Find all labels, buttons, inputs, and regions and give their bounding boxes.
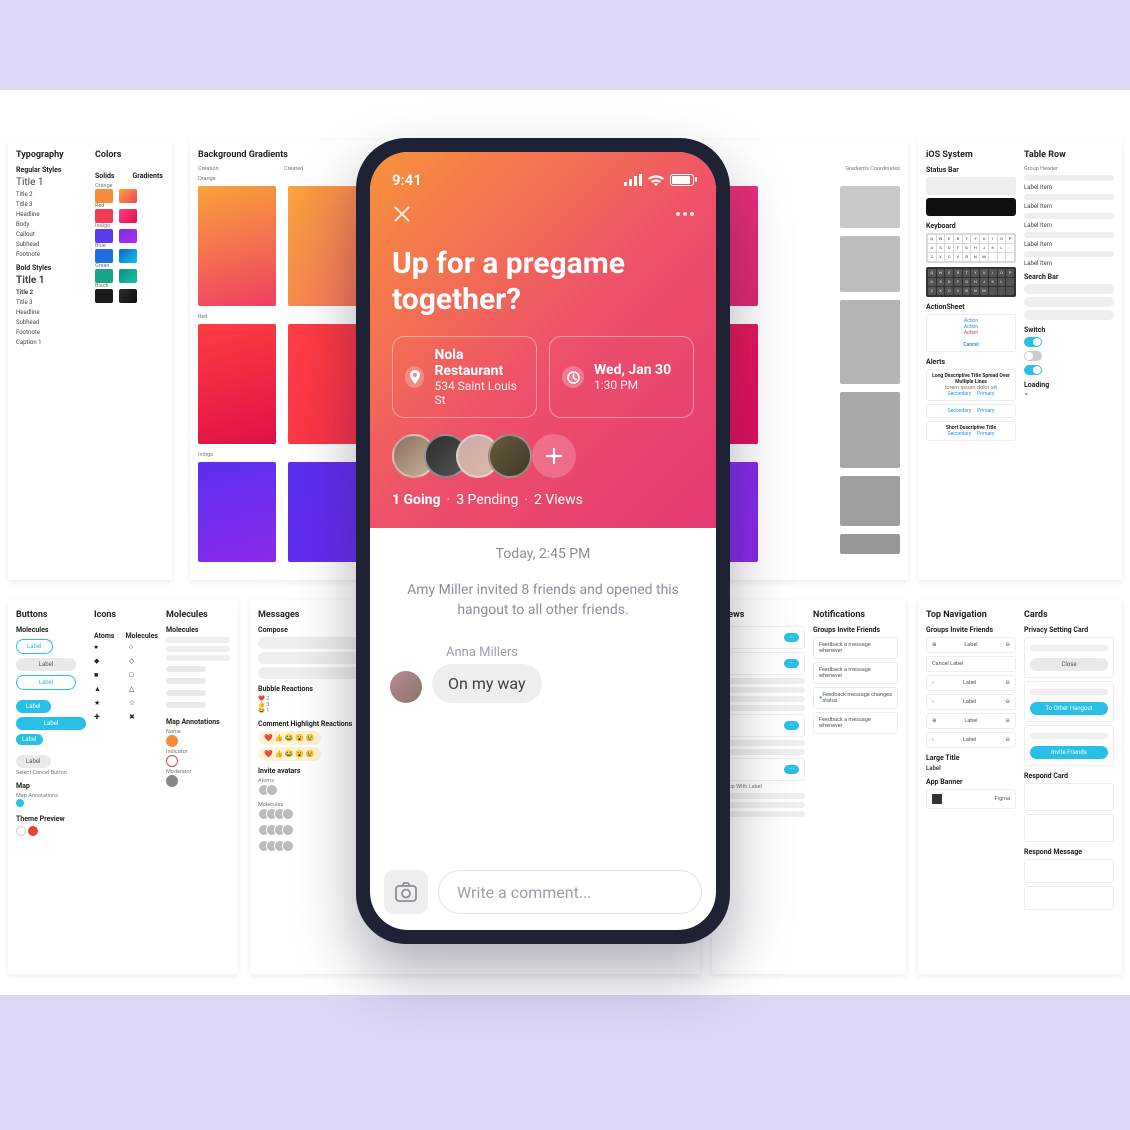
grad-red — [198, 324, 276, 444]
phone-screen: 9:41 Up for a pregame together? — [370, 152, 716, 930]
feed-timestamp: Today, 2:45 PM — [390, 546, 696, 562]
keyboard-dark: QWERTYUIOPASDFGHJKLZXCVBNM — [926, 267, 1016, 297]
panel-nav-cards: Top Navigation Groups Invite Friends ⊕La… — [918, 600, 1122, 974]
event-stats: 1 Going·3 Pending·2 Views — [392, 492, 694, 508]
panel-ios-system: iOS System Status Bar Keyboard QWERTYUIO… — [918, 140, 1122, 580]
wifi-icon — [647, 174, 665, 187]
composer: Write a comment... — [384, 870, 702, 914]
panel-views: Views —··· —··· —··· —··· Group With Lab… — [712, 600, 906, 974]
camera-button[interactable] — [384, 870, 428, 914]
switch-on[interactable] — [1024, 337, 1042, 347]
tablerow-heading: Table Row — [1024, 150, 1114, 160]
grad-indigo — [198, 462, 276, 562]
colors-heading: Colors — [95, 150, 164, 160]
phone-mockup: 9:41 Up for a pregame together? — [356, 138, 730, 944]
typo-sub-regular: Regular Styles — [16, 166, 85, 174]
close-icon[interactable] — [392, 204, 412, 224]
status-bar: 9:41 — [392, 166, 694, 194]
chip-location[interactable]: Nola Restaurant 534 Saint Louis St — [392, 336, 537, 418]
avatar[interactable] — [390, 671, 422, 703]
feed-note: Amy Miller invited 8 friends and opened … — [390, 580, 696, 621]
battery-icon — [670, 174, 694, 186]
comment-placeholder: Write a comment... — [457, 883, 591, 902]
message-bubble: On my way — [432, 664, 542, 703]
event-header: 9:41 Up for a pregame together? — [370, 152, 716, 528]
signal-icon — [624, 174, 642, 186]
more-icon[interactable] — [676, 212, 694, 216]
avatar[interactable] — [488, 434, 532, 478]
grad-orange — [198, 186, 276, 306]
typography-heading: Typography — [16, 150, 85, 160]
pin-icon — [405, 366, 424, 388]
clock-icon — [562, 366, 584, 388]
panel-buttons: Buttons Molecules Label Label Label Labe… — [8, 600, 238, 974]
status-time: 9:41 — [392, 171, 422, 189]
ios-heading: iOS System — [926, 150, 1016, 160]
message-row: Anna Millers On my way — [390, 645, 696, 703]
actionsheet: Action Action Action Cancel — [926, 314, 1016, 352]
place-addr: 534 Saint Louis St — [434, 379, 524, 407]
comment-input[interactable]: Write a comment... — [438, 870, 702, 914]
attendee-avatars — [392, 434, 694, 478]
switch-off[interactable] — [1024, 351, 1042, 361]
typo-sub-bold: Bold Styles — [16, 264, 85, 272]
canvas: Typography Regular Styles Title 1 Title … — [0, 90, 1130, 995]
event-time: 1:30 PM — [594, 378, 671, 392]
add-attendee-button[interactable] — [532, 434, 576, 478]
message-sender: Anna Millers — [446, 645, 542, 660]
event-date: Wed, Jan 30 — [594, 362, 671, 378]
panel-typography-colors: Typography Regular Styles Title 1 Title … — [8, 140, 172, 580]
place-name: Nola Restaurant — [434, 347, 524, 379]
chip-datetime[interactable]: Wed, Jan 30 1:30 PM — [549, 336, 694, 418]
event-title: Up for a pregame together? — [392, 246, 694, 318]
keyboard-light: QWERTYUIOPASDFGHJKLZXCVBNM — [926, 233, 1016, 263]
